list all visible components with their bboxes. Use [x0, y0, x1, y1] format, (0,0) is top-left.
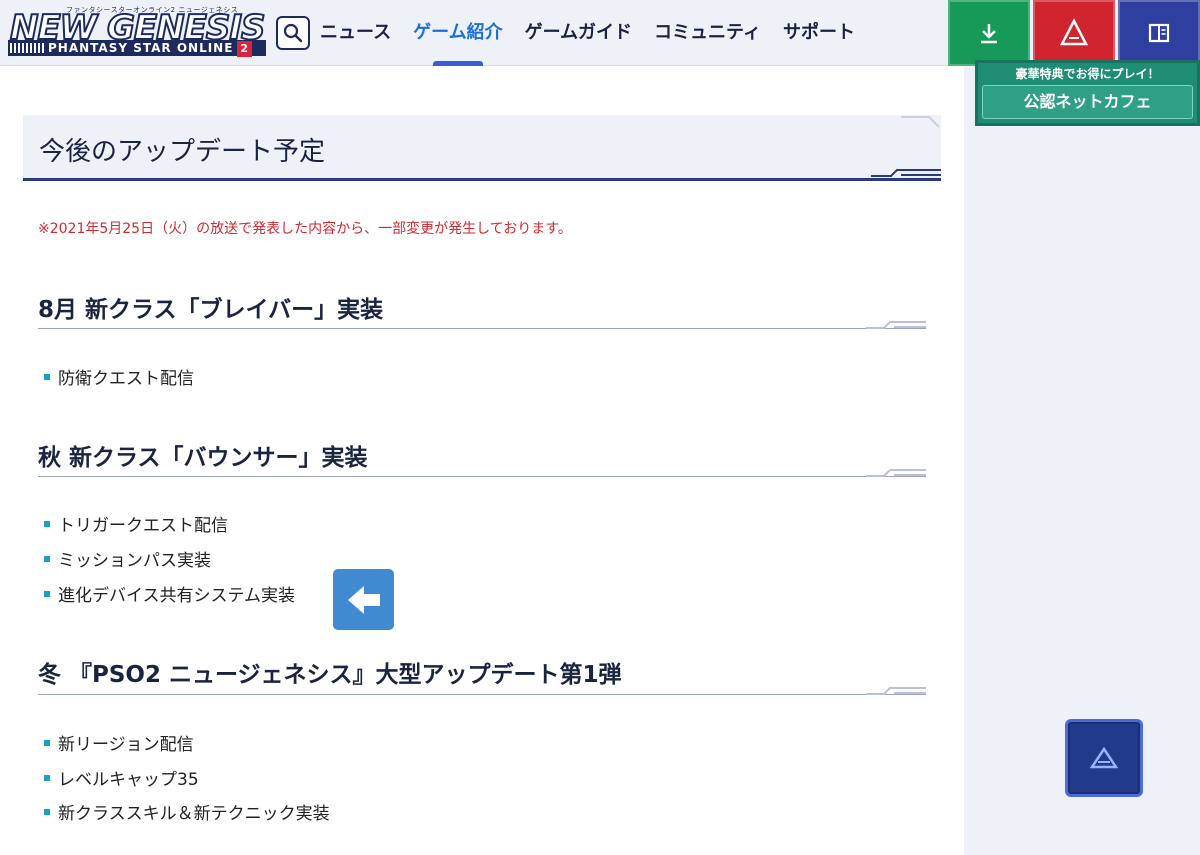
section-rule [38, 687, 926, 695]
download-button[interactable] [948, 0, 1030, 66]
section-rule [38, 469, 926, 477]
list-item: ミッションパス実装 [44, 546, 211, 571]
app-icon [1059, 18, 1089, 46]
section-title: 8月 新クラス「ブレイバー」実装 [38, 297, 384, 323]
scroll-top-button[interactable] [1065, 719, 1143, 797]
net-cafe-caption: 豪華特典でお得にプレイ！ [1015, 67, 1160, 81]
logo-stripes [10, 43, 44, 53]
back-arrow-button[interactable] [333, 569, 394, 630]
download-icon [981, 24, 997, 44]
list-item: レベルキャップ35 [44, 765, 199, 790]
title-underline [23, 178, 941, 181]
list-item: 防衛クエスト配信 [44, 364, 194, 389]
nav-game-guide[interactable]: ゲームガイド [525, 0, 632, 66]
rule-decoration [866, 469, 926, 477]
nav-news[interactable]: ニュース [320, 0, 391, 66]
site-logo[interactable]: ファンタシースターオンライン2 ニュージェネシス NEW GENESIS PHA… [6, 2, 268, 62]
page-title-box: 今後のアップデート予定 [23, 115, 941, 181]
nav-game-intro[interactable]: ゲーム紹介 [413, 0, 503, 66]
section-title: 冬 『PSO2 ニュージェネシス』大型アップデート第1弾 [38, 662, 622, 688]
section-title: 秋 新クラス「バウンサー」実装 [38, 445, 368, 471]
list-item: 新リージョン配信 [44, 730, 194, 755]
title-accent-decoration [871, 169, 941, 177]
net-cafe-banner[interactable]: 豪華特典でお得にプレイ！ 公認ネットカフェ [975, 60, 1200, 126]
list-item: トリガークエスト配信 [44, 511, 228, 536]
search-button[interactable] [276, 16, 310, 50]
book-icon [1148, 23, 1170, 43]
nav-community[interactable]: コミュニティ [654, 0, 761, 66]
list-item: 新クラススキル＆新テクニック実装 [44, 799, 330, 824]
logo-subtitle: PHANTASY STAR ONLINE 2 [8, 40, 266, 57]
guide-book-button[interactable] [1118, 0, 1200, 66]
list-item: 進化デバイス共有システム実装 [44, 581, 295, 606]
change-notice: ※2021年5月25日（火）の放送で発表した内容から、一部変更が発生しております… [38, 221, 572, 237]
arrow-up-icon [1089, 746, 1119, 769]
net-cafe-label: 公認ネットカフェ [982, 85, 1193, 119]
nav-support[interactable]: サポート [783, 0, 855, 66]
app-button[interactable] [1033, 0, 1115, 66]
search-icon [283, 23, 303, 43]
arrow-left-icon [347, 585, 380, 614]
rule-decoration [866, 687, 926, 695]
page-title: 今後のアップデート予定 [39, 137, 326, 167]
corner-decoration [901, 116, 940, 128]
rule-decoration [866, 321, 926, 329]
section-rule [38, 321, 926, 329]
main-nav: ニュース ゲーム紹介 ゲームガイド コミュニティ サポート [320, 0, 877, 66]
